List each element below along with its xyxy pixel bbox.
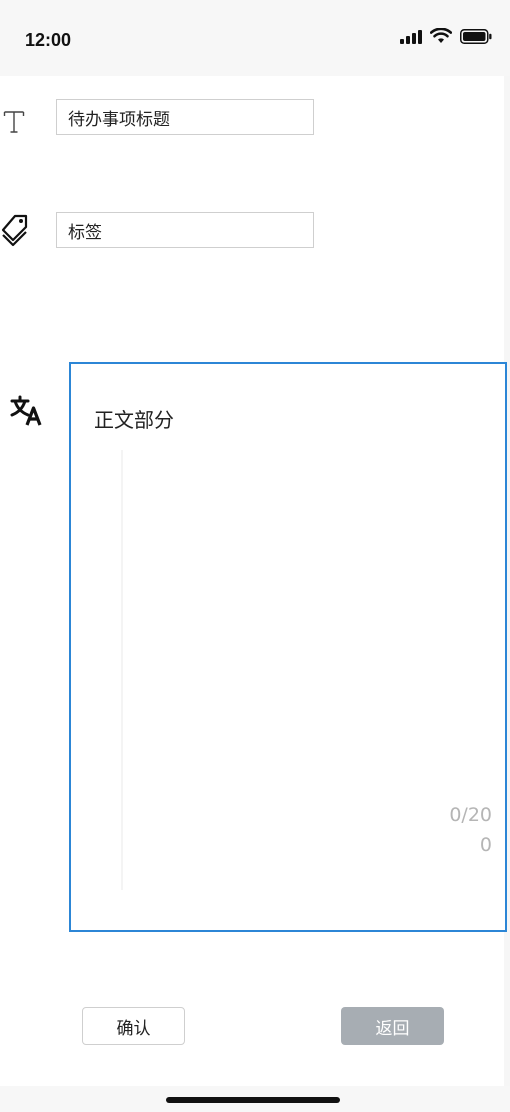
- body-textarea[interactable]: 正文部分 0/20 0: [69, 362, 507, 932]
- tag-placeholder: 标签: [68, 222, 102, 243]
- todo-title-input[interactable]: 待办事项标题: [56, 99, 314, 135]
- body-placeholder: 正文部分: [94, 408, 174, 432]
- text-format-icon: [2, 106, 26, 138]
- tag-icon: [0, 213, 28, 249]
- cellular-signal-icon: [400, 29, 422, 48]
- status-time: 12:00: [25, 30, 72, 50]
- back-button[interactable]: 返回: [341, 1007, 444, 1045]
- char-counter-line1: 0/20: [449, 804, 492, 826]
- status-icons: [400, 27, 492, 48]
- translate-icon: [10, 394, 42, 426]
- body-guide-line: [121, 450, 123, 890]
- todo-title-placeholder: 待办事项标题: [68, 109, 170, 130]
- confirm-button[interactable]: 确认: [82, 1007, 185, 1045]
- wifi-icon: [429, 27, 453, 48]
- screen: 12:00 待办事项标题 标签 正文部分 0/20 0 确认 返回: [0, 0, 510, 1112]
- char-counter: 0/20 0: [449, 800, 492, 860]
- char-counter-line2: 0: [479, 834, 492, 856]
- status-bar: 12:00: [0, 0, 510, 76]
- home-indicator[interactable]: [166, 1097, 340, 1103]
- tag-input[interactable]: 标签: [56, 212, 314, 248]
- battery-icon: [460, 28, 492, 48]
